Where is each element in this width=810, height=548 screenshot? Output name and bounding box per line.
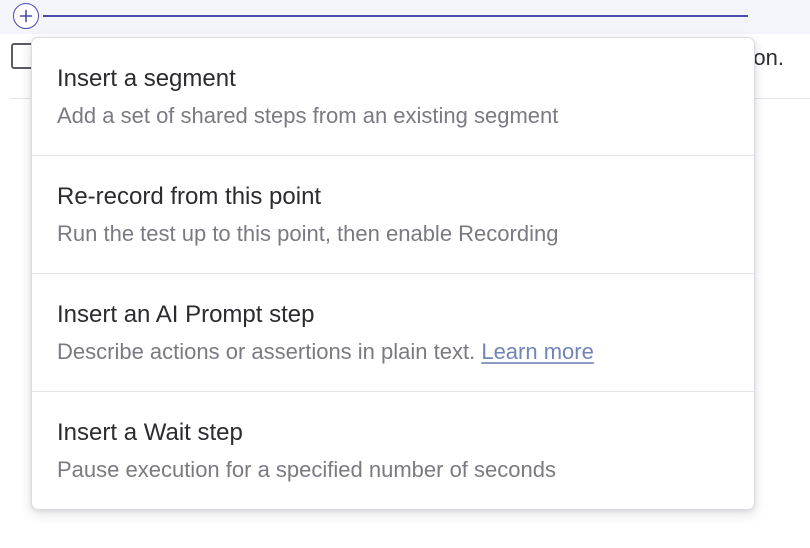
menu-item-description: Describe actions or assertions in plain … [57,339,476,364]
menu-item-title: Insert a segment [57,65,236,92]
steps-header-band [0,0,810,34]
menu-item-insert-ai-prompt[interactable]: Insert an AI Prompt step Describe action… [32,274,754,392]
menu-item-description: Add a set of shared steps from an existi… [57,103,559,128]
menu-item-re-record[interactable]: Re-record from this point Run the test u… [32,156,754,274]
menu-item-title: Insert a Wait step [57,419,243,446]
plus-icon [19,9,33,23]
menu-item-insert-wait[interactable]: Insert a Wait step Pause execution for a… [32,392,754,509]
learn-more-link[interactable]: Learn more [481,339,594,364]
insert-step-menu: Insert a segment Add a set of shared ste… [31,37,755,510]
menu-item-description: Pause execution for a specified number o… [57,457,556,482]
menu-item-insert-segment[interactable]: Insert a segment Add a set of shared ste… [32,38,754,156]
add-step-button[interactable] [13,3,39,29]
step-row-text: on. [753,45,784,70]
menu-item-title: Insert an AI Prompt step [57,301,315,328]
menu-item-description: Run the test up to this point, then enab… [57,221,559,246]
insert-position-line [43,15,748,17]
menu-item-title: Re-record from this point [57,183,322,210]
menu-item-description-container: Describe actions or assertions in plain … [57,339,594,365]
